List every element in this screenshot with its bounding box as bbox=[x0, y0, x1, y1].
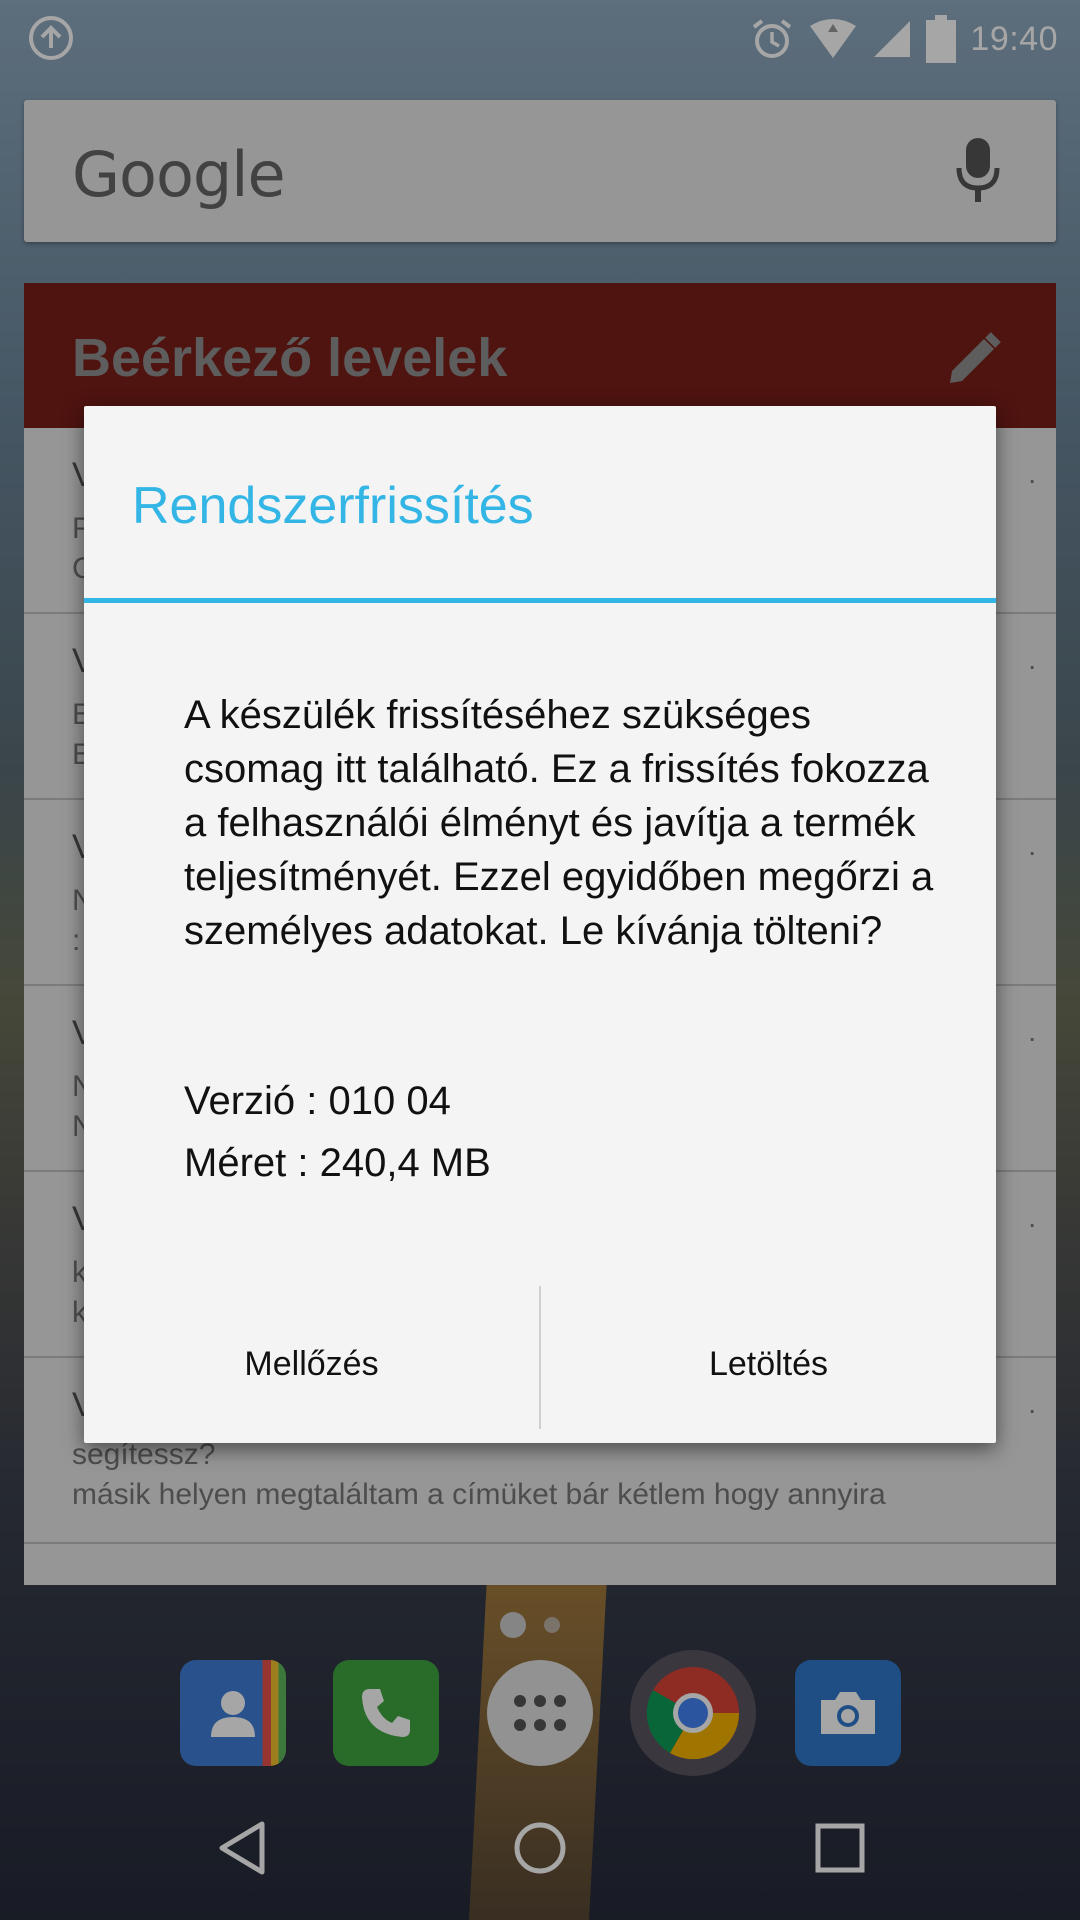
dialog-title-divider bbox=[84, 598, 996, 603]
dialog-title: Rendszerfrissítés bbox=[132, 477, 534, 535]
dialog-update-info: Verzió : 010 04 Méret : 240,4 MB bbox=[184, 1070, 491, 1194]
dialog-message: A készülék frissítéséhez szükséges csoma… bbox=[184, 693, 934, 953]
dialog-button-bar: Mellőzés Letöltés bbox=[84, 1286, 996, 1443]
system-update-dialog: Rendszerfrissítés A készülék frissítéséh… bbox=[84, 406, 996, 1443]
dismiss-button[interactable]: Mellőzés bbox=[84, 1286, 539, 1443]
update-size: Méret : 240,4 MB bbox=[184, 1141, 491, 1185]
download-button[interactable]: Letöltés bbox=[541, 1286, 996, 1443]
update-version: Verzió : 010 04 bbox=[184, 1079, 451, 1123]
